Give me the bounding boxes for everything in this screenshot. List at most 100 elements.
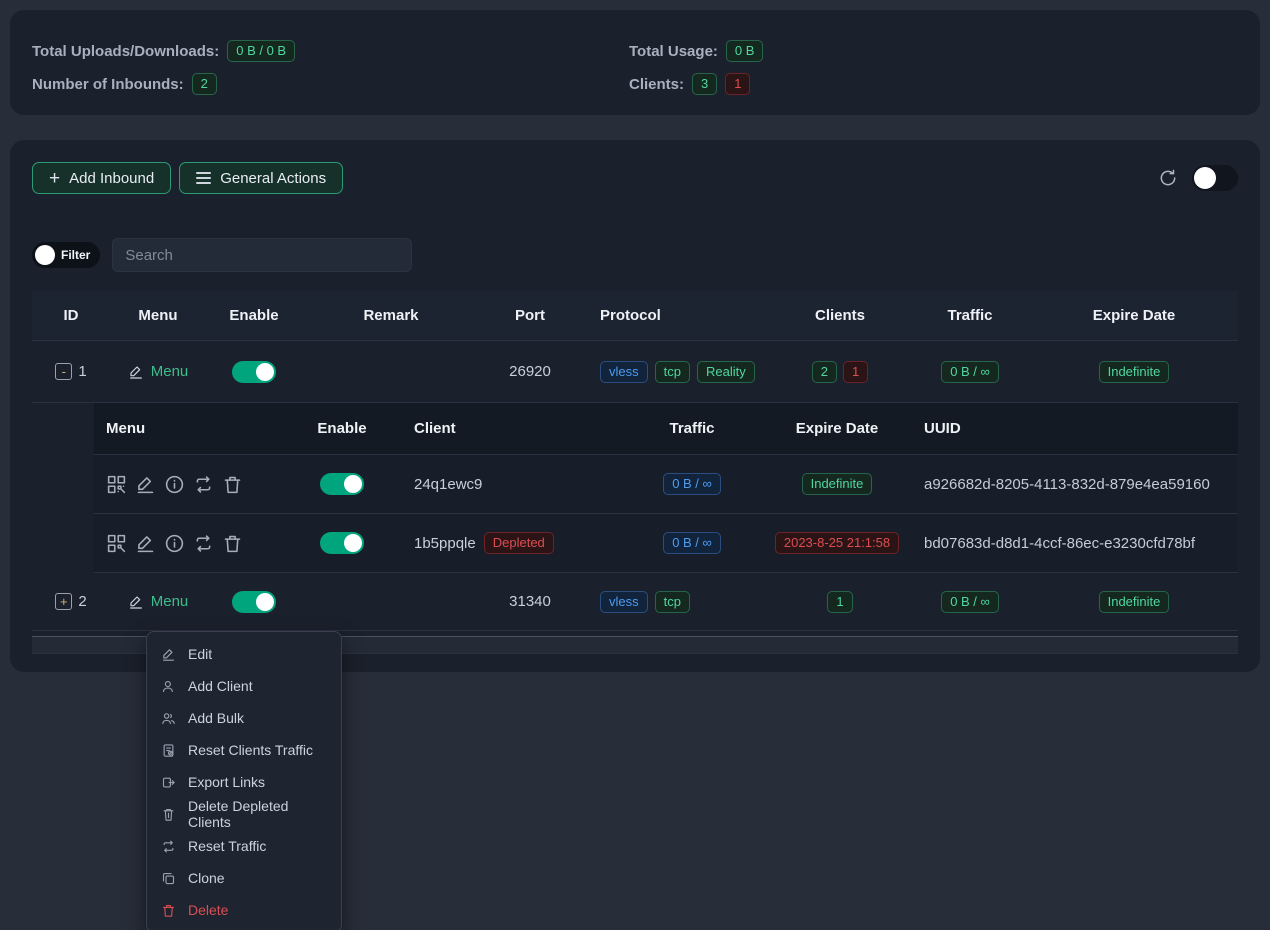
inbound-2-expire-cell: Indefinite [1030, 591, 1238, 613]
inbound-1-menu-cell: Menu [110, 363, 206, 380]
edit-pencil-icon [161, 647, 176, 662]
inbounds-table: ID Menu Enable Remark Port Protocol Clie… [32, 291, 1238, 654]
filter-toggle[interactable]: Filter [32, 242, 100, 268]
inbound-2-traffic-cell: 0 B / ∞ [910, 591, 1030, 613]
client-2-uuid: bd07683d-d8d1-4ccf-86ec-e3230cfd78bf [912, 535, 1260, 552]
inbound-2-expire: Indefinite [1099, 591, 1170, 613]
header-remark: Remark [302, 307, 480, 324]
edit-pencil-icon[interactable] [135, 533, 156, 554]
inbound-1-clients-active: 2 [812, 361, 837, 383]
user-add-icon [161, 679, 176, 694]
inbound-context-menu: Edit Add Client Add Bulk Reset Clients T… [146, 631, 342, 930]
inbound-1-menu-link[interactable]: Menu [128, 363, 189, 380]
refresh-icon[interactable] [1158, 168, 1178, 188]
menu-item-label: Delete Depleted Clients [188, 798, 327, 830]
users-add-icon [161, 711, 176, 726]
inbound-1-id: 1 [78, 363, 86, 380]
client-2-enable-cell [282, 532, 402, 554]
client-1-name: 24q1ewc9 [402, 476, 622, 493]
clients-active-count: 3 [692, 73, 717, 95]
inbound-1-protocol-cell: vless tcp Reality [580, 361, 770, 383]
dark-mode-toggle[interactable] [1192, 165, 1238, 191]
info-circle-icon[interactable] [164, 474, 185, 495]
edit-pencil-icon [128, 364, 144, 380]
menu-item-label: Clone [188, 870, 225, 886]
client-1-expire: Indefinite [802, 473, 873, 495]
info-circle-icon[interactable] [164, 533, 185, 554]
add-inbound-button[interactable]: + Add Inbound [32, 162, 171, 194]
general-actions-label: General Actions [220, 170, 326, 187]
client-1-enable-toggle[interactable] [320, 473, 364, 495]
inbound-2-protocol-cell: vless tcp [580, 591, 770, 613]
total-uploads-downloads: Total Uploads/Downloads: 0 B / 0 B [32, 40, 629, 62]
client-row-2: 1b5ppqle Depleted 0 B / ∞ 2023-8-25 21:1… [94, 514, 1238, 573]
client-2-traffic-cell: 0 B / ∞ [622, 532, 762, 554]
header-clients: Clients [770, 307, 910, 324]
edit-pencil-icon[interactable] [135, 474, 156, 495]
client-1-actions [94, 474, 282, 495]
menu-item-add-bulk[interactable]: Add Bulk [147, 702, 341, 734]
total-uploads-downloads-label: Total Uploads/Downloads: [32, 43, 219, 60]
inbound-1-traffic-cell: 0 B / ∞ [910, 361, 1030, 383]
protocol-tag-vless: vless [600, 361, 648, 383]
expand-row-button[interactable]: + [55, 593, 72, 610]
menu-item-export-links[interactable]: Export Links [147, 766, 341, 798]
client-2-expire-cell: 2023-8-25 21:1:58 [762, 532, 912, 554]
inbound-row-2: + 2 Menu 31340 vless tcp 1 [32, 573, 1238, 631]
client-header-client: Client [402, 420, 622, 437]
inbound-1-expire: Indefinite [1099, 361, 1170, 383]
header-traffic: Traffic [910, 307, 1030, 324]
client-2-name-cell: 1b5ppqle Depleted [402, 532, 622, 554]
plus-icon: + [49, 169, 60, 188]
client-1-traffic: 0 B / ∞ [663, 473, 721, 495]
client-1-traffic-cell: 0 B / ∞ [622, 473, 762, 495]
menu-item-reset-clients-traffic[interactable]: Reset Clients Traffic [147, 734, 341, 766]
export-icon [161, 775, 176, 790]
menu-item-label: Add Client [188, 678, 253, 694]
stats-card: Total Uploads/Downloads: 0 B / 0 B Numbe… [10, 10, 1260, 115]
qr-code-icon[interactable] [106, 533, 127, 554]
filter-row: Filter [32, 238, 1238, 272]
inbound-2-menu-link[interactable]: Menu [128, 593, 189, 610]
client-header-expire: Expire Date [762, 420, 912, 437]
clients-depleted-count: 1 [725, 73, 750, 95]
client-2-name: 1b5ppqle [414, 535, 476, 552]
clone-icon [161, 871, 176, 886]
inbound-1-expire-cell: Indefinite [1030, 361, 1238, 383]
client-2-enable-toggle[interactable] [320, 532, 364, 554]
menu-lines-icon [196, 172, 211, 184]
menu-item-clone[interactable]: Clone [147, 862, 341, 894]
protocol-tag-tcp: tcp [655, 361, 690, 383]
header-menu: Menu [110, 307, 206, 324]
menu-item-edit[interactable]: Edit [147, 638, 341, 670]
inbound-1-enable-toggle[interactable] [232, 361, 276, 383]
reset-traffic-icon [161, 839, 176, 854]
trash-icon[interactable] [222, 474, 243, 495]
inbound-2-enable-toggle[interactable] [232, 591, 276, 613]
collapse-row-button[interactable]: - [55, 363, 72, 380]
edit-pencil-icon [128, 594, 144, 610]
trash-users-icon [161, 807, 176, 822]
client-2-traffic: 0 B / ∞ [663, 532, 721, 554]
search-input[interactable] [112, 238, 412, 272]
reset-traffic-icon[interactable] [193, 533, 214, 554]
client-table-header: Menu Enable Client Traffic Expire Date U… [94, 403, 1238, 455]
client-2-actions [94, 533, 282, 554]
inbound-1-clients-cell: 2 1 [770, 361, 910, 383]
reset-traffic-icon[interactable] [193, 474, 214, 495]
menu-item-label: Reset Clients Traffic [188, 742, 313, 758]
header-expire-date: Expire Date [1030, 307, 1238, 324]
menu-item-add-client[interactable]: Add Client [147, 670, 341, 702]
menu-item-reset-traffic[interactable]: Reset Traffic [147, 830, 341, 862]
inbound-row-1: - 1 Menu 26920 vless tcp Reality [32, 341, 1238, 403]
inbound-1-menu-label: Menu [151, 363, 189, 380]
general-actions-button[interactable]: General Actions [179, 162, 343, 194]
menu-item-delete-depleted-clients[interactable]: Delete Depleted Clients [147, 798, 341, 830]
protocol-tag-reality: Reality [697, 361, 755, 383]
menu-item-label: Export Links [188, 774, 265, 790]
client-header-traffic: Traffic [622, 420, 762, 437]
qr-code-icon[interactable] [106, 474, 127, 495]
trash-icon[interactable] [222, 533, 243, 554]
total-usage-value: 0 B [726, 40, 764, 62]
menu-item-delete[interactable]: Delete [147, 894, 341, 926]
